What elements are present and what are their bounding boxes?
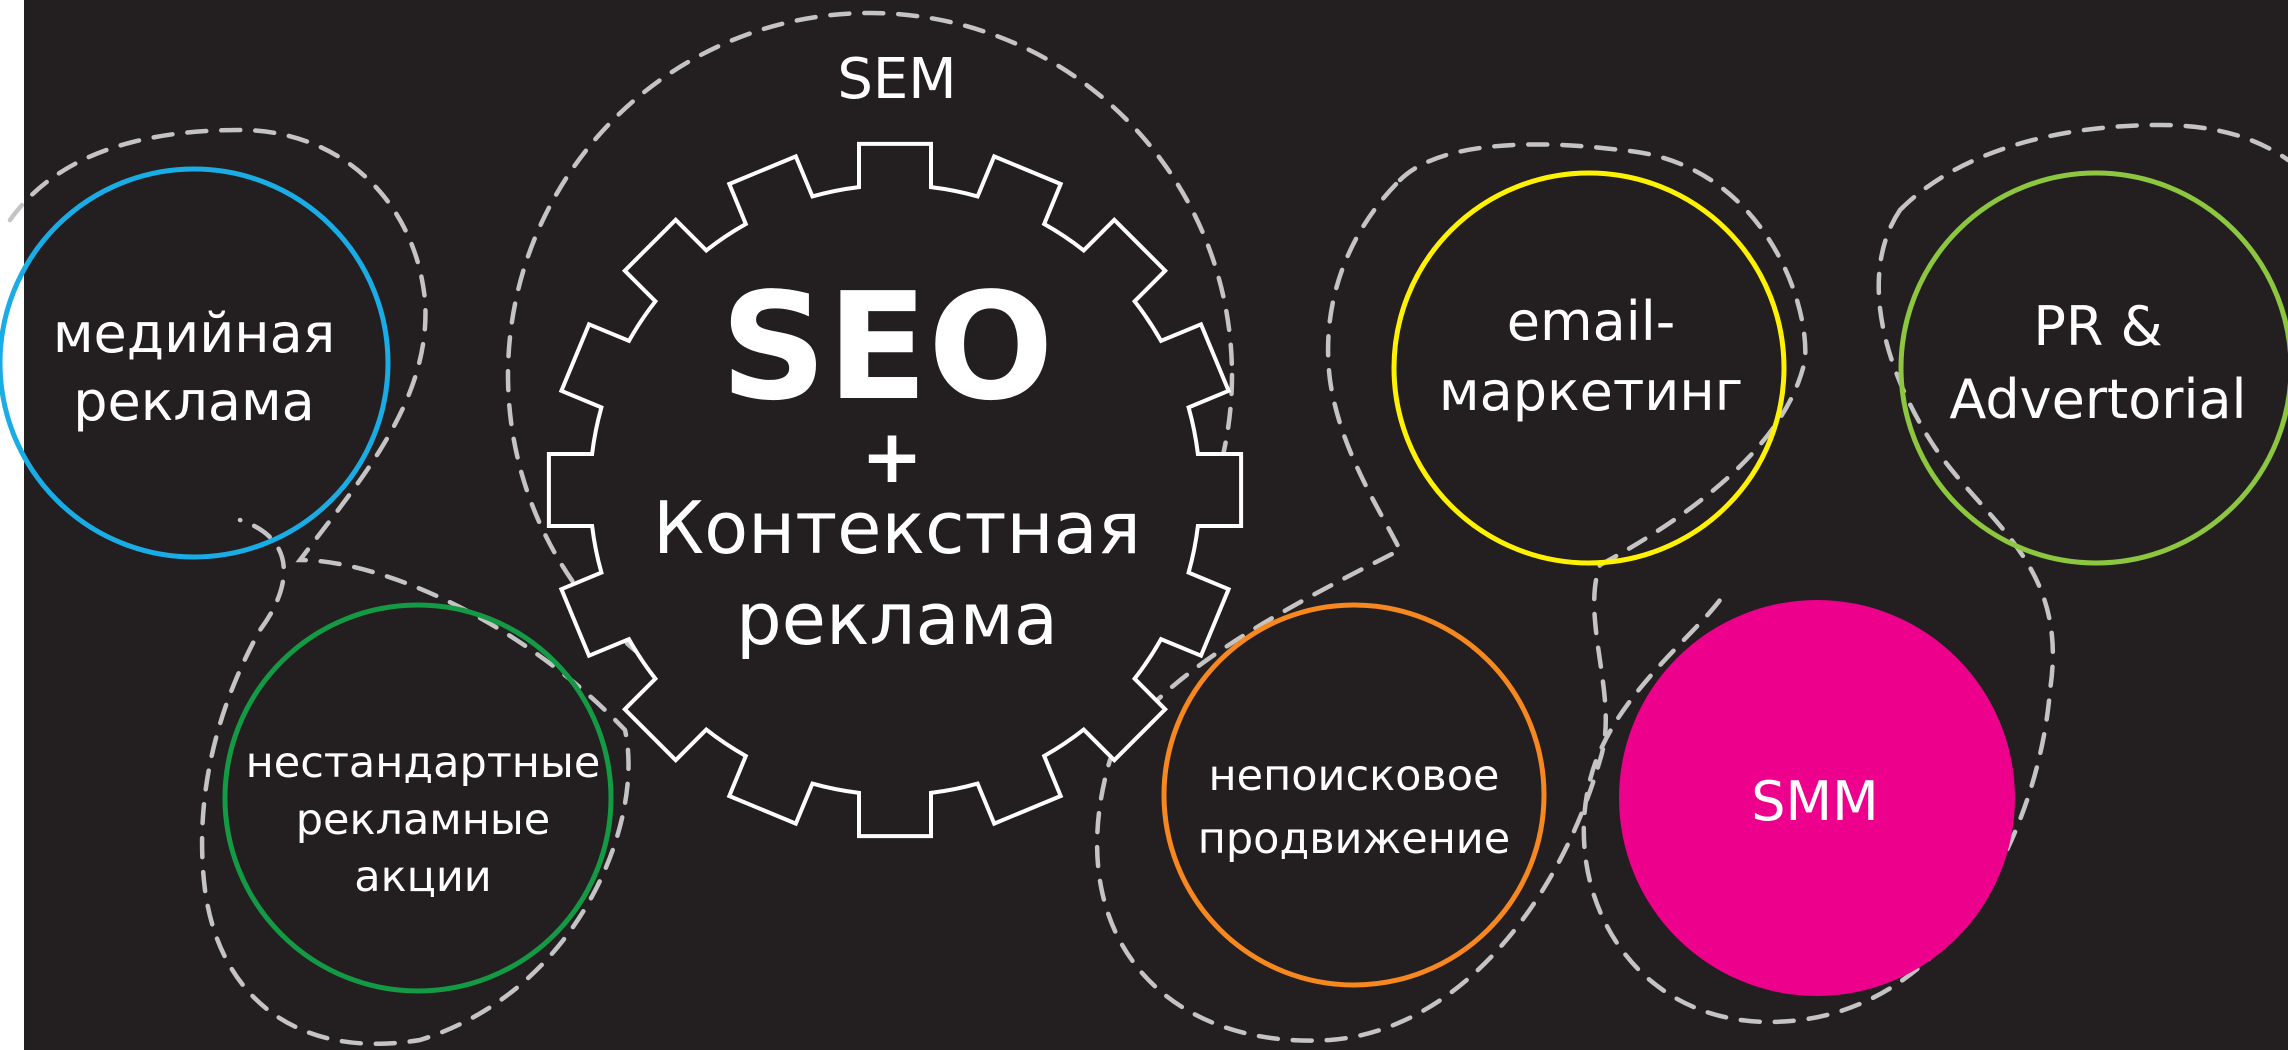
context-ads-line1: Контекстная bbox=[653, 486, 1141, 570]
media-label-line2: реклама bbox=[73, 370, 315, 433]
nonsearch-label-line1: непоисковое bbox=[1209, 751, 1500, 801]
email-label-line2: маркетинг bbox=[1439, 360, 1743, 423]
marketing-channels-diagram: SEM SEO + Контекстная реклама медийная р… bbox=[0, 0, 2288, 1050]
email-label-line1: email- bbox=[1507, 290, 1675, 353]
nonsearch-label-line2: продвижение bbox=[1198, 814, 1510, 864]
nonstandard-label-line2: рекламные bbox=[296, 795, 551, 845]
context-ads-line2: реклама bbox=[736, 577, 1058, 661]
smm-label: SMM bbox=[1751, 770, 1878, 833]
media-label-line1: медийная bbox=[53, 302, 335, 365]
pr-label-line2: Advertorial bbox=[1949, 368, 2246, 431]
nonstandard-label-line1: нестандартные bbox=[246, 738, 601, 788]
seo-label: SEO bbox=[720, 261, 1054, 433]
sem-label: SEM bbox=[837, 47, 956, 112]
pr-label-line1: PR & bbox=[2033, 295, 2162, 358]
nonstandard-label-line3: акции bbox=[354, 852, 491, 902]
